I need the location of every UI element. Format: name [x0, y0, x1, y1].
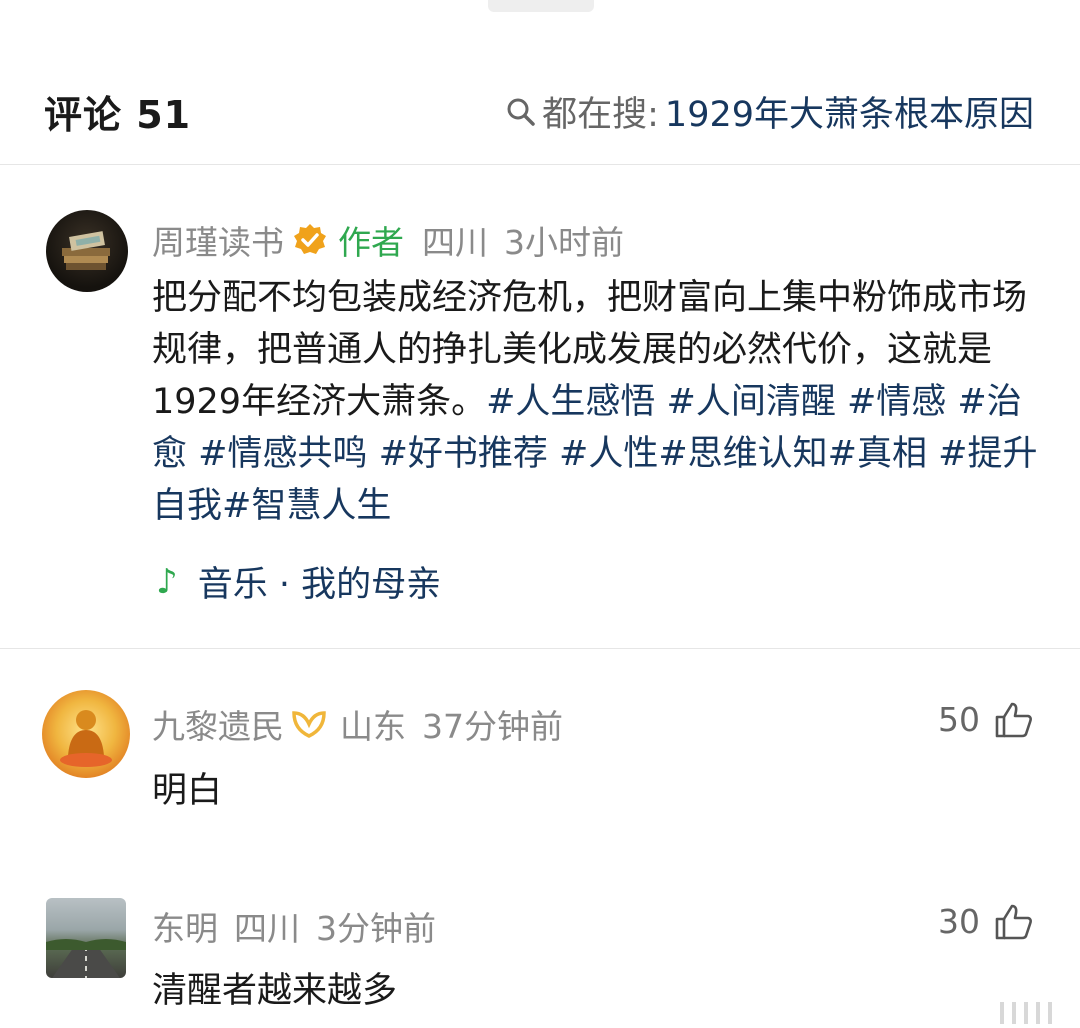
commenter-name[interactable]: 东明: [152, 902, 218, 950]
search-icon: [507, 98, 535, 126]
thumbs-up-icon: [995, 702, 1032, 737]
commenter-location: 山东: [340, 707, 406, 746]
search-term-link[interactable]: 1929年大萧条根本原因: [665, 86, 1034, 137]
header-divider: [0, 164, 1080, 165]
author-time: 3小时前: [504, 223, 624, 262]
author-name[interactable]: 周瑾读书: [152, 216, 284, 264]
like-button[interactable]: 50: [938, 700, 1034, 739]
music-link[interactable]: ♪ 音乐 · 我的母亲: [156, 556, 441, 607]
like-count: 50: [938, 700, 980, 739]
music-note-icon: ♪: [156, 561, 178, 602]
like-button[interactable]: 30: [938, 902, 1034, 941]
author-avatar-image: [62, 231, 110, 270]
thumbs-up-icon: [995, 904, 1032, 939]
commenter-avatar-image: [60, 710, 112, 767]
commenter-avatar-image: [46, 939, 126, 978]
sheet-drag-handle[interactable]: [488, 0, 594, 12]
scroll-indicator: [1000, 1002, 1052, 1024]
verified-badge-icon: [294, 224, 326, 254]
author-meta-row: 周瑾读书 作者 四川 3小时前: [152, 216, 624, 264]
vip-badge-icon: [292, 711, 326, 738]
comment-text: 清醒者越来越多: [152, 971, 398, 1011]
author-avatar[interactable]: [46, 210, 128, 292]
comments-header: 评论 51 都在搜: 1929年大萧条根本原因: [0, 70, 1080, 142]
author-comment-text: 把分配不均包装成经济危机，把财富向上集中粉饰成市场规律，把普通人的挣扎美化成发展…: [152, 272, 1042, 532]
comment-meta-row: 东明 四川 3分钟前: [152, 902, 436, 950]
author-location: 四川: [422, 223, 488, 262]
author-tag: 作者: [338, 223, 404, 262]
commenter-name[interactable]: 九黎遗民: [152, 700, 284, 748]
author-divider: [0, 648, 1080, 649]
comment-text: 明白: [152, 771, 223, 811]
search-prefix-label: 都在搜:: [542, 95, 659, 135]
commenter-avatar[interactable]: [46, 898, 126, 978]
commenter-avatar[interactable]: [42, 690, 130, 778]
commenter-location: 四川: [234, 909, 300, 948]
comment-time: 37分钟前: [422, 707, 563, 746]
like-count: 30: [938, 902, 980, 941]
comment-meta-row: 九黎遗民 山东 37分钟前: [152, 700, 563, 748]
trending-search-link[interactable]: 都在搜: 1929年大萧条根本原因: [506, 86, 1034, 137]
comment-time: 3分钟前: [316, 909, 436, 948]
music-label: 音乐 · 我的母亲: [197, 565, 442, 605]
comments-title: 评论 51: [44, 93, 192, 137]
